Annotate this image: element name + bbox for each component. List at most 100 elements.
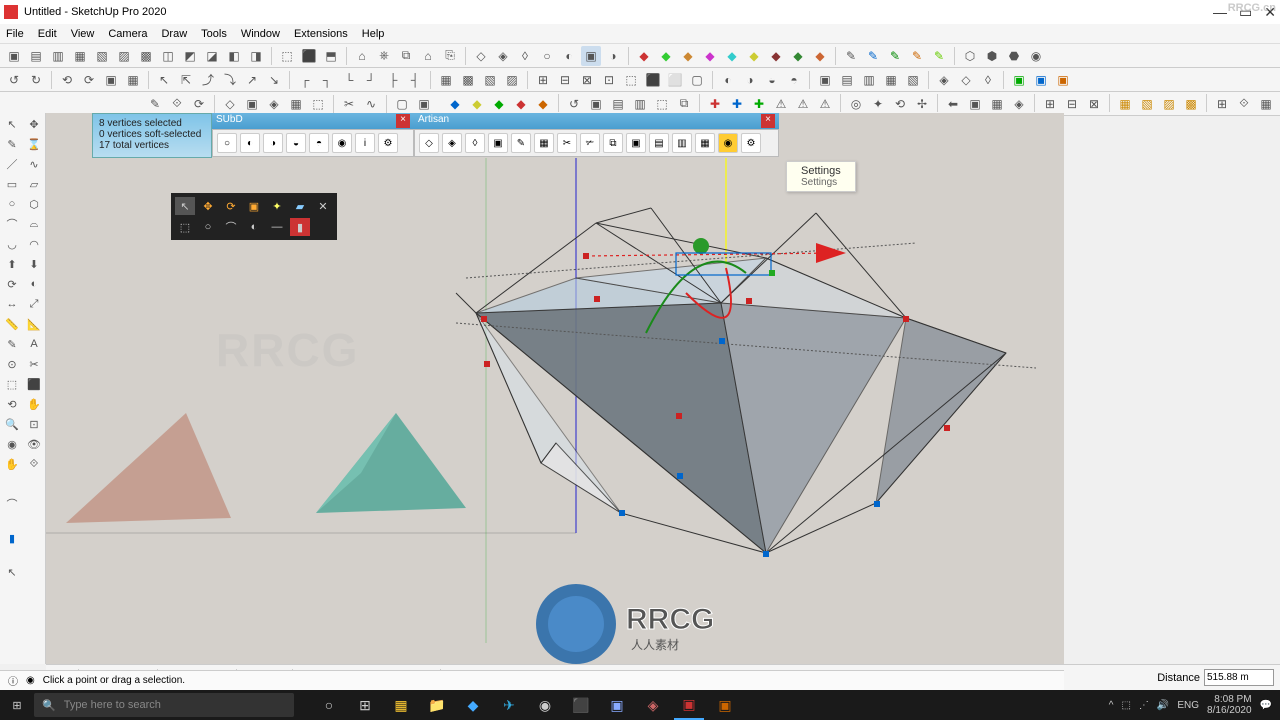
app-icon[interactable]: ▣ xyxy=(710,690,740,720)
tool-icon[interactable]: ⤵ xyxy=(220,70,240,90)
chrome-icon[interactable]: ◉ xyxy=(530,690,560,720)
tool-icon[interactable]: ⬚ xyxy=(621,70,641,90)
tool-icon[interactable]: ▦ xyxy=(1256,94,1276,114)
cortana-icon[interactable]: ○ xyxy=(314,690,344,720)
tray-chevron-icon[interactable]: ^ xyxy=(1109,700,1114,711)
tool-icon[interactable]: ◧ xyxy=(224,46,244,66)
tool-icon[interactable]: ◆ xyxy=(511,94,531,114)
line-tool-icon[interactable]: ／ xyxy=(2,155,22,173)
tool-icon[interactable]: ▦ xyxy=(286,94,306,114)
tool-icon[interactable]: ✚ xyxy=(727,94,747,114)
tool-icon[interactable]: ◠ xyxy=(24,235,44,253)
tool-icon[interactable]: ⤴ xyxy=(198,70,218,90)
tool-icon[interactable]: ⟳ xyxy=(2,275,22,293)
tool-icon[interactable]: ┌ xyxy=(295,70,315,90)
tool-icon[interactable]: ⟐ xyxy=(24,455,44,473)
tool-icon[interactable]: ⟳ xyxy=(79,70,99,90)
tool-icon[interactable]: ◎ xyxy=(846,94,866,114)
tool-icon[interactable]: ⬛ xyxy=(643,70,663,90)
menu-edit[interactable]: Edit xyxy=(38,28,57,40)
tool-icon[interactable]: ◒ xyxy=(762,70,782,90)
taskview-icon[interactable]: ⊞ xyxy=(350,690,380,720)
tool-icon[interactable]: ⬇ xyxy=(24,255,44,273)
notifications-icon[interactable]: 💬 xyxy=(1260,700,1272,711)
tool-icon[interactable]: ⎘ xyxy=(440,46,460,66)
tool-icon[interactable]: ⬛ xyxy=(24,375,44,393)
app-icon[interactable]: ▣ xyxy=(602,690,632,720)
tool-icon[interactable]: ⬚ xyxy=(2,375,22,393)
tool-icon[interactable]: ▤ xyxy=(837,70,857,90)
tool-icon[interactable]: ◆ xyxy=(445,94,465,114)
app-icon[interactable]: ◈ xyxy=(638,690,668,720)
tool-icon[interactable]: ⧉ xyxy=(674,94,694,114)
tool-icon[interactable]: ▦ xyxy=(123,70,143,90)
arc-tool-icon[interactable]: ⌒ xyxy=(2,215,22,233)
tool-icon[interactable]: ↔ xyxy=(2,295,22,313)
tool-icon[interactable]: ◇ xyxy=(220,94,240,114)
tool-icon[interactable]: ▣ xyxy=(965,94,985,114)
tool-icon[interactable]: 📏 xyxy=(2,315,22,333)
tool-icon[interactable]: ⬜ xyxy=(665,70,685,90)
app-icon[interactable]: ◆ xyxy=(458,690,488,720)
push-pull-icon[interactable]: ⬆ xyxy=(2,255,22,273)
tool-icon[interactable]: ▥ xyxy=(48,46,68,66)
tool-icon[interactable]: ∿ xyxy=(24,155,44,173)
tool-icon[interactable]: 👁 xyxy=(24,435,44,453)
app-icon[interactable]: ▦ xyxy=(386,690,416,720)
tool-icon[interactable]: ✎ xyxy=(2,135,22,153)
tool-icon[interactable]: ◇ xyxy=(956,70,976,90)
tool-icon[interactable]: ⊟ xyxy=(1062,94,1082,114)
menu-window[interactable]: Window xyxy=(241,28,280,40)
tool-icon[interactable]: ✂ xyxy=(24,355,44,373)
tool-icon[interactable]: ⬣ xyxy=(1004,46,1024,66)
tool-icon[interactable]: ▦ xyxy=(881,70,901,90)
tool-icon[interactable]: ⧉ xyxy=(396,46,416,66)
tool-icon[interactable]: ▨ xyxy=(1159,94,1179,114)
tool-icon[interactable]: ◊ xyxy=(978,70,998,90)
tool-icon[interactable]: ✎ xyxy=(145,94,165,114)
tool-icon[interactable]: ▱ xyxy=(24,175,44,193)
orbit-tool-icon[interactable]: ⟲ xyxy=(2,395,22,413)
tool-icon[interactable]: ⊙ xyxy=(2,355,22,373)
pan-tool-icon[interactable]: ✋ xyxy=(24,395,44,413)
tool-icon[interactable]: ▮ xyxy=(2,529,22,547)
tool-icon[interactable]: ▦ xyxy=(1115,94,1135,114)
tool-icon[interactable]: ▧ xyxy=(1137,94,1157,114)
tool-icon[interactable]: ▦ xyxy=(70,46,90,66)
tool-icon[interactable]: ∿ xyxy=(361,94,381,114)
tool-icon[interactable]: ⬡ xyxy=(960,46,980,66)
tool-icon[interactable]: ▣ xyxy=(1053,70,1073,90)
tool-icon[interactable]: ▦ xyxy=(436,70,456,90)
menu-camera[interactable]: Camera xyxy=(108,28,147,40)
tool-icon[interactable]: ✚ xyxy=(705,94,725,114)
tool-icon[interactable]: ▤ xyxy=(608,94,628,114)
tool-icon[interactable]: ⬢ xyxy=(982,46,1002,66)
tool-icon[interactable]: ⊞ xyxy=(1212,94,1232,114)
tool-icon[interactable]: ✎ xyxy=(907,46,927,66)
tool-icon[interactable]: ⌛ xyxy=(24,135,44,153)
menu-view[interactable]: View xyxy=(71,28,95,40)
circle-tool-icon[interactable]: ○ xyxy=(2,195,22,213)
tool-icon[interactable]: ◆ xyxy=(634,46,654,66)
tool-icon[interactable]: ⟲ xyxy=(57,70,77,90)
tool-icon[interactable]: ◆ xyxy=(700,46,720,66)
tool-icon[interactable]: ◆ xyxy=(744,46,764,66)
tool-icon[interactable]: 📐 xyxy=(24,315,44,333)
volume-icon[interactable]: 🔊 xyxy=(1157,700,1169,711)
tool-icon[interactable]: ◩ xyxy=(180,46,200,66)
tool-icon[interactable]: ◨ xyxy=(246,46,266,66)
tool-icon[interactable]: ✎ xyxy=(2,335,22,353)
tool-icon[interactable]: ▩ xyxy=(458,70,478,90)
tool-icon[interactable]: ◈ xyxy=(934,70,954,90)
explorer-icon[interactable]: 📁 xyxy=(422,690,452,720)
tool-icon[interactable]: ▣ xyxy=(414,94,434,114)
tool-icon[interactable]: ⟲ xyxy=(890,94,910,114)
tool-icon[interactable]: ▣ xyxy=(581,46,601,66)
tool-icon[interactable]: ✂ xyxy=(339,94,359,114)
tool-icon[interactable]: ◐ xyxy=(24,275,44,293)
menu-tools[interactable]: Tools xyxy=(201,28,227,40)
tool-icon[interactable]: ◑ xyxy=(740,70,760,90)
tool-icon[interactable]: ⊟ xyxy=(555,70,575,90)
tool-icon[interactable]: ◉ xyxy=(1026,46,1046,66)
tool-icon[interactable]: ◆ xyxy=(656,46,676,66)
